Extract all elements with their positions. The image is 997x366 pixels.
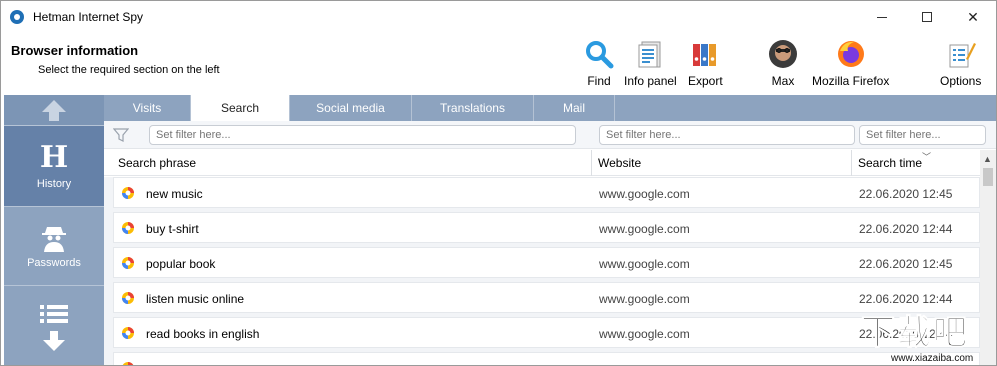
table-header: Search phrase Website Search time ﹀ (104, 150, 980, 176)
tab-bar: Visits Search Social media Translations … (104, 95, 996, 121)
browser-button[interactable]: Mozilla Firefox (812, 39, 889, 88)
cell-search-phrase: read books in english (146, 326, 260, 341)
sidebar-scroll-up-button[interactable] (4, 95, 104, 125)
cell-website: www.google.com (599, 326, 690, 341)
scrollbar-thumb[interactable] (983, 168, 993, 186)
sidebar-item-passwords[interactable]: Passwords (4, 207, 104, 285)
search-time-filter-input[interactable] (859, 125, 986, 145)
table-row[interactable]: new music www.google.com 22.06.2020 12:4… (113, 177, 980, 208)
results-table: new music www.google.com 22.06.2020 12:4… (104, 177, 980, 365)
binders-icon (693, 44, 717, 66)
scroll-up-arrow-icon[interactable]: ▲ (983, 154, 992, 164)
sidebar-item-label: History (36, 178, 72, 190)
table-row[interactable]: read books in english www.google.com 22.… (113, 317, 980, 348)
cell-search-time: 22.06.2020 12:45 (859, 186, 953, 201)
table-row[interactable]: buy t-shirt www.google.com 22.06.2020 12… (113, 212, 980, 243)
minimize-icon (877, 16, 887, 18)
table-row[interactable]: popular book www.google.com 22.06.2020 1… (113, 247, 980, 278)
watermark-logo: 下载吧 (861, 313, 969, 354)
window-title: Hetman Internet Spy (33, 10, 144, 24)
maximize-icon (922, 12, 932, 22)
maximize-button[interactable] (904, 1, 950, 33)
column-search-phrase[interactable]: Search phrase (118, 150, 196, 176)
find-label: Find (587, 74, 611, 88)
info-panel-button[interactable]: Info panel (624, 39, 677, 88)
sort-descending-icon: ﹀ (922, 152, 932, 162)
watermark: 下载吧 www.xiazaiba.com (861, 313, 995, 365)
user-label: Max (771, 74, 795, 88)
user-avatar-icon (769, 40, 797, 68)
browser-label: Mozilla Firefox (812, 74, 890, 88)
funnel-icon[interactable] (113, 127, 129, 143)
chrome-icon (122, 362, 134, 365)
export-button[interactable]: Export (688, 39, 723, 88)
app-window: Hetman Internet Spy ✕ Browser informatio… (0, 0, 997, 366)
section-title: Browser information (11, 43, 139, 58)
section-subtitle: Select the required section on the left (38, 64, 220, 76)
cell-website: www.google.com (599, 186, 690, 201)
options-icon (949, 43, 976, 68)
website-filter-input[interactable] (599, 125, 855, 145)
header-panel: Browser information Select the required … (1, 33, 996, 94)
close-button[interactable]: ✕ (950, 1, 996, 33)
watermark-url: www.xiazaiba.com (891, 353, 974, 364)
chrome-icon (122, 257, 134, 269)
sidebar-item-history[interactable]: H History (4, 126, 104, 206)
chrome-icon (122, 327, 134, 339)
column-divider[interactable] (591, 150, 592, 176)
cell-search-phrase: popular book (146, 256, 216, 271)
minimize-button[interactable] (859, 1, 905, 33)
cell-website: www.google.com (599, 291, 690, 306)
close-icon: ✕ (967, 8, 979, 25)
cell-website: www.google.com (599, 256, 690, 271)
arrow-up-icon (42, 100, 66, 121)
options-button[interactable]: Options (940, 39, 981, 88)
info-panel-label: Info panel (624, 74, 677, 88)
spy-icon (42, 227, 66, 252)
options-label: Options (940, 74, 982, 88)
list-down-icon (40, 304, 68, 351)
app-eye-icon (10, 10, 24, 24)
sidebar: H History Passwords (4, 95, 104, 365)
table-row[interactable]: listen music online www.google.com 22.06… (113, 282, 980, 313)
chrome-icon (122, 292, 134, 304)
cell-search-phrase: buy t-shirt (146, 221, 199, 236)
column-website[interactable]: Website (598, 150, 641, 176)
cell-search-time: 22.06.2020 12:45 (859, 256, 953, 271)
sidebar-scroll-down-button[interactable] (4, 286, 104, 365)
magnifier-icon (586, 41, 614, 69)
history-icon: H (39, 140, 69, 175)
cell-search-time: 22.06.2020 12:44 (859, 291, 953, 306)
cell-website: www.google.com (599, 221, 690, 236)
table-row[interactable] (113, 352, 980, 365)
find-button[interactable]: Find (584, 39, 614, 88)
filter-row (104, 121, 996, 149)
tab-visits[interactable]: Visits (104, 95, 191, 121)
sidebar-item-label: Passwords (27, 257, 81, 269)
column-search-time[interactable]: Search time (858, 150, 922, 176)
cell-search-time: 22.06.2020 12:44 (859, 221, 953, 236)
tab-mail[interactable]: Mail (534, 95, 615, 121)
cell-search-phrase: listen music online (146, 291, 245, 306)
title-bar: Hetman Internet Spy ✕ (1, 1, 996, 33)
document-icon (638, 41, 661, 68)
chrome-icon (122, 222, 134, 234)
user-button[interactable]: Max (768, 39, 798, 88)
firefox-icon (837, 41, 864, 67)
chrome-icon (122, 187, 134, 199)
search-phrase-filter-input[interactable] (149, 125, 576, 145)
tab-translations[interactable]: Translations (412, 95, 534, 121)
tab-search[interactable]: Search (191, 95, 290, 121)
export-label: Export (688, 74, 723, 88)
tab-social-media[interactable]: Social media (290, 95, 412, 121)
column-divider[interactable] (851, 150, 852, 176)
cell-search-phrase: new music (146, 186, 203, 201)
